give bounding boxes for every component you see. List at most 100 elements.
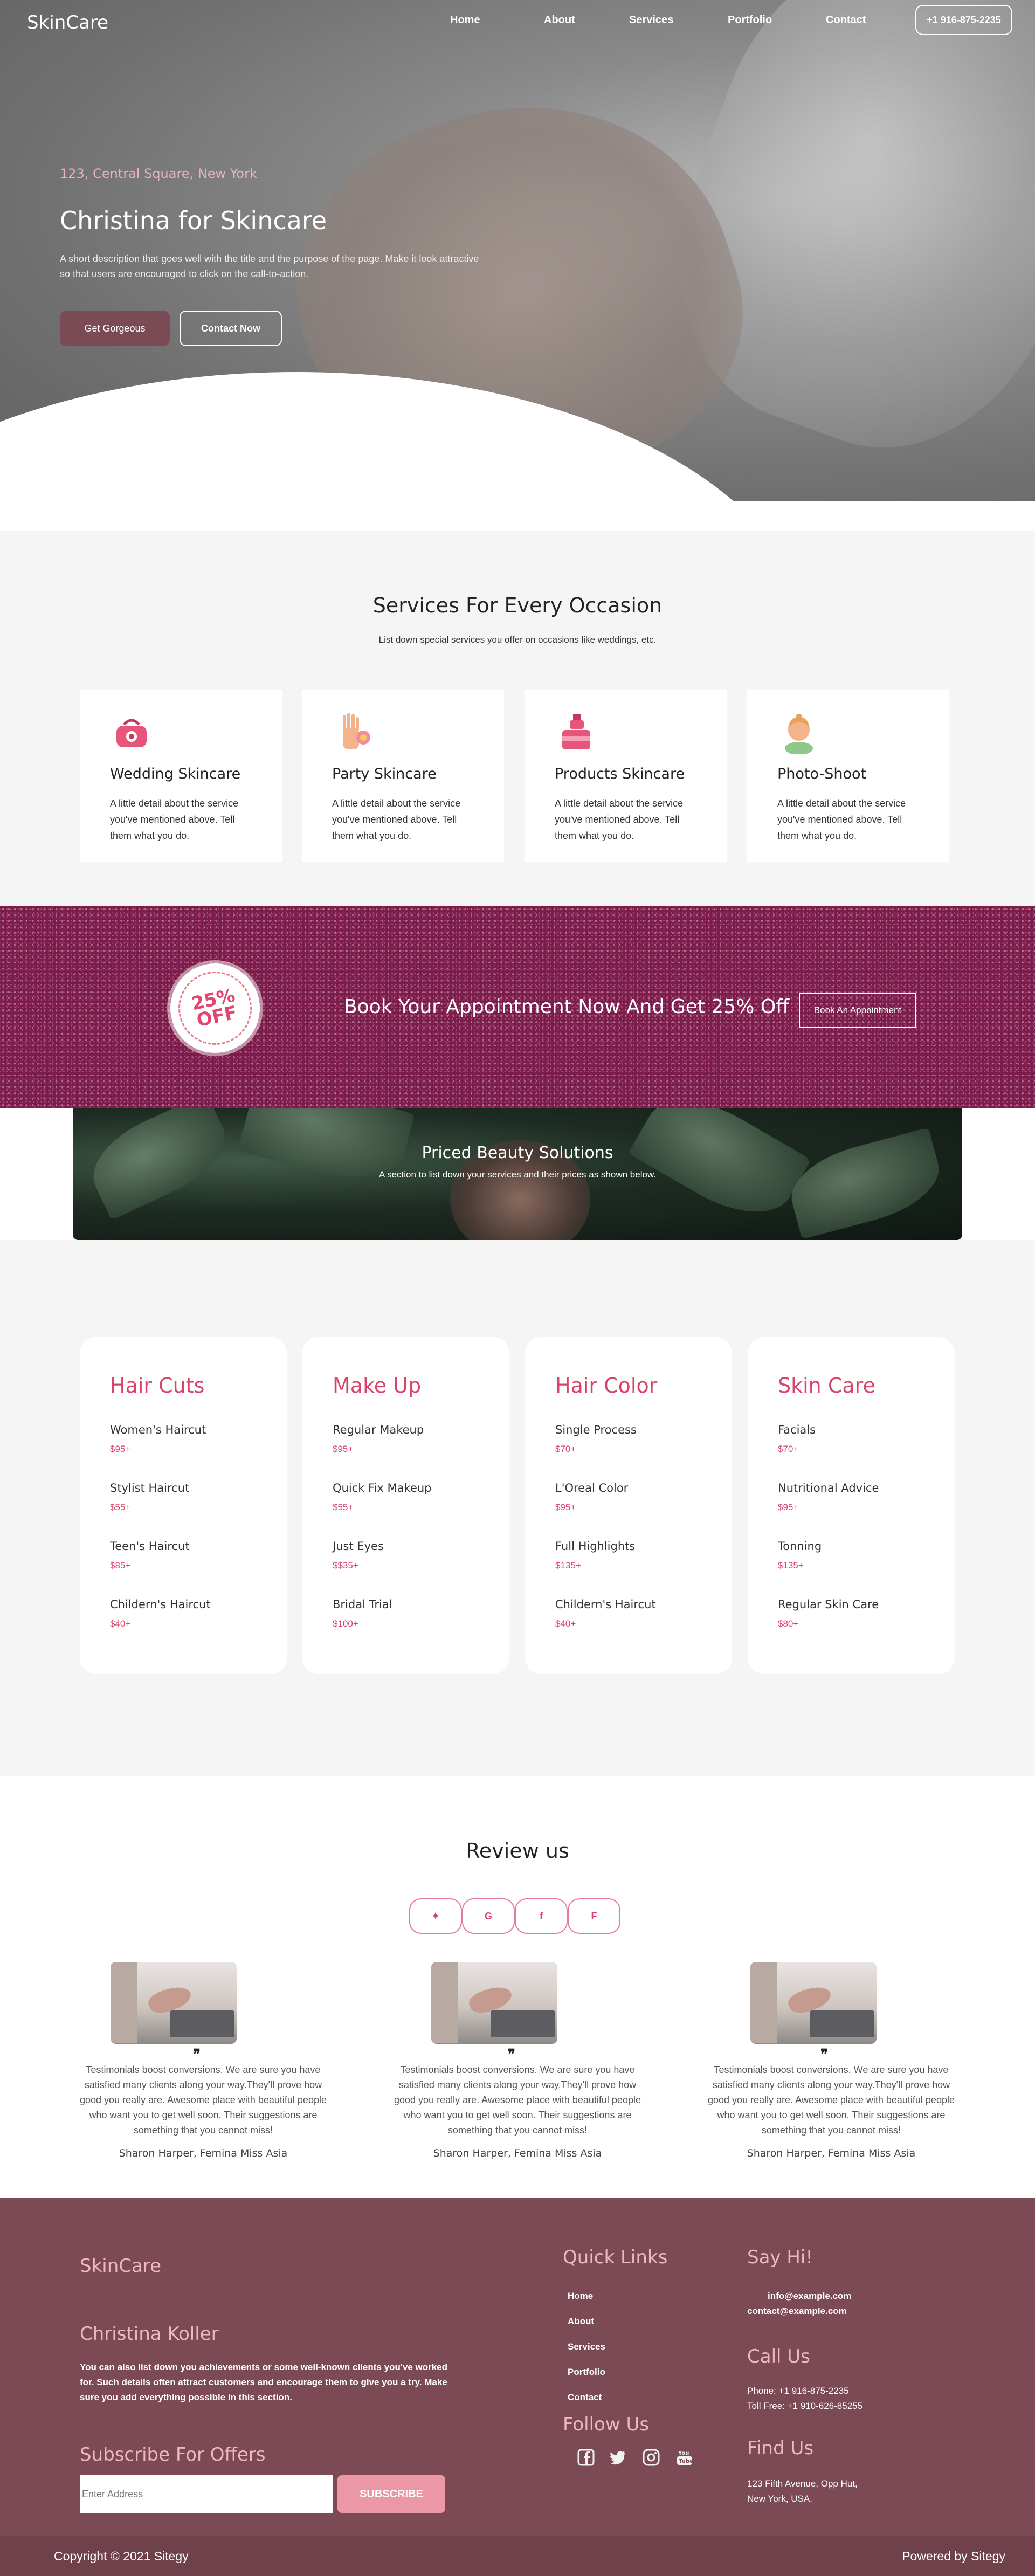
price-item: Just Eyes $$35+	[333, 1540, 384, 1571]
footer-link-contact[interactable]: Contact	[568, 2392, 602, 2403]
service-card: Party Skincare A little detail about the…	[302, 690, 504, 862]
hero-address: 123, Central Square, New York	[60, 166, 257, 181]
service-card: Photo-Shoot A little detail about the se…	[747, 690, 949, 862]
service-title: Wedding Skincare	[110, 766, 241, 782]
review-photo	[111, 1962, 237, 2044]
find-us-title: Find Us	[747, 2437, 814, 2459]
price-item: Childern's Haircut $40+	[555, 1598, 656, 1629]
hero-section: SkinCare Home About Services Portfolio C…	[0, 0, 1035, 501]
review-photo	[750, 1962, 877, 2044]
promo-banner: 25% OFF Book Your Appointment Now And Get…	[0, 906, 1035, 1108]
footer-link-home[interactable]: Home	[568, 2291, 593, 2302]
price-item: Bridal Trial $100+	[333, 1598, 392, 1629]
footer-phone: Phone: +1 916-875-2235	[747, 2386, 849, 2396]
footer-email-info[interactable]: info@example.com	[768, 2291, 851, 2302]
footer-owner-name: Christina Koller	[80, 2323, 219, 2345]
nav-services[interactable]: Services	[629, 14, 673, 26]
service-title: Photo-Shoot	[777, 766, 867, 782]
service-title: Party Skincare	[332, 766, 437, 782]
subscribe-button[interactable]: SUBSCRIBE	[337, 2475, 445, 2513]
service-text: A little detail about the service you've…	[777, 798, 906, 841]
hero-description: A short description that goes well with …	[60, 253, 479, 279]
bottom-bar: Copyright © 2021 Sitegy Powered by Siteg…	[0, 2536, 1035, 2576]
footer-link-about[interactable]: About	[568, 2316, 594, 2327]
quote-icon: ❞	[508, 2046, 515, 2062]
service-text: A little detail about the service you've…	[110, 798, 239, 841]
price-item: Women's Haircut $95+	[110, 1423, 206, 1454]
price-card-title: Skin Care	[778, 1374, 875, 1397]
book-appointment-button[interactable]: Book An Appointment	[799, 993, 916, 1028]
foursquare-icon[interactable]: F	[568, 1898, 620, 1934]
svg-text:Tube: Tube	[679, 2458, 693, 2464]
services-title: Services For Every Occasion	[372, 594, 663, 617]
google-icon[interactable]: G	[462, 1898, 515, 1934]
hand-polish-icon	[343, 713, 370, 749]
footer-email-contact[interactable]: contact@example.com	[747, 2306, 847, 2317]
quote-icon: ❞	[820, 2046, 828, 2062]
price-item: Regular Skin Care $80+	[778, 1598, 879, 1629]
quote-icon: ❞	[193, 2046, 201, 2062]
footer-address-line1: 123 Fifth Avenue, Opp Hut,	[747, 2478, 858, 2489]
hero-title: Christina for Skincare	[60, 206, 327, 235]
price-card: Skin Care Facials $70+ Nutritional Advice…	[748, 1337, 955, 1674]
price-item: Stylist Haircut $55+	[110, 1482, 190, 1512]
footer-brand[interactable]: SkinCare	[80, 2255, 161, 2277]
call-us-title: Call Us	[747, 2346, 810, 2367]
footer-link-portfolio[interactable]: Portfolio	[568, 2367, 605, 2378]
services-subtitle: List down special services you offer on …	[378, 635, 657, 645]
price-card: Make Up Regular Makeup $95+ Quick Fix Mak…	[302, 1337, 509, 1674]
service-text: A little detail about the service you've…	[555, 798, 684, 841]
review-section: Review us ✦ G f F ❞ Testimonials boost c…	[0, 1776, 1035, 2198]
discount-badge: 25% OFF	[170, 963, 260, 1053]
review-author: Sharon Harper, Femina Miss Asia	[119, 2147, 288, 2159]
price-card: Hair Color Single Process $70+ L'Oreal Co…	[525, 1337, 732, 1674]
nav-portfolio[interactable]: Portfolio	[728, 14, 772, 26]
price-card-title: Make Up	[333, 1374, 422, 1397]
price-item: Tonning $135+	[778, 1540, 822, 1571]
svg-text:You: You	[678, 2450, 689, 2456]
get-gorgeous-button[interactable]: Get Gorgeous	[60, 311, 170, 346]
woman-face-icon	[785, 714, 813, 754]
nav-phone-button[interactable]: +1 916-875-2235	[915, 5, 1012, 35]
subscribe-email-input[interactable]	[80, 2475, 333, 2513]
youtube-icon[interactable]: You Tube	[675, 2448, 694, 2467]
makeup-bag-icon	[116, 719, 147, 747]
priced-banner: Priced Beauty Solutions A section to lis…	[73, 1108, 962, 1240]
footer-owner-text: You can also list down you achievements …	[80, 2362, 448, 2402]
service-text: A little detail about the service you've…	[332, 798, 461, 841]
brand-logo[interactable]: SkinCare	[27, 12, 108, 33]
product-bottles-icon	[562, 714, 590, 749]
contact-now-button[interactable]: Contact Now	[180, 311, 282, 346]
price-item: Full Highlights $135+	[555, 1540, 636, 1571]
price-card-title: Hair Color	[555, 1374, 658, 1397]
review-text: Testimonials boost conversions. We are s…	[708, 2064, 955, 2136]
pricing-section: Hair Cuts Women's Haircut $95+ Stylist Ha…	[0, 1240, 1035, 1776]
service-card: Products Skincare A little detail about …	[525, 690, 727, 862]
review-photo	[431, 1962, 557, 2044]
nav-home[interactable]: Home	[450, 14, 480, 26]
price-item: L'Oreal Color $95+	[555, 1482, 629, 1512]
quick-links-title: Quick Links	[563, 2247, 668, 2268]
powered-by-text: Powered by Sitegy	[902, 2549, 1005, 2563]
review-author: Sharon Harper, Femina Miss Asia	[747, 2147, 916, 2159]
subscribe-title: Subscribe For Offers	[80, 2444, 266, 2465]
price-card-title: Hair Cuts	[110, 1374, 205, 1397]
footer-link-services[interactable]: Services	[568, 2341, 605, 2352]
price-item: Nutritional Advice $95+	[778, 1482, 879, 1512]
service-title: Products Skincare	[555, 766, 685, 782]
service-card: Wedding Skincare A little detail about t…	[80, 690, 282, 862]
leaf-decoration	[79, 1108, 239, 1221]
price-item: Childern's Haircut $40+	[110, 1598, 211, 1629]
price-item: Regular Makeup $95+	[333, 1423, 424, 1454]
price-item: Single Process $70+	[555, 1423, 637, 1454]
price-card: Hair Cuts Women's Haircut $95+ Stylist Ha…	[80, 1337, 287, 1674]
instagram-icon[interactable]	[642, 2448, 660, 2467]
nav-about[interactable]: About	[544, 14, 575, 26]
review-title: Review us	[466, 1839, 569, 1863]
yelp-icon[interactable]: ✦	[409, 1898, 462, 1934]
facebook-square-icon[interactable]	[577, 2448, 595, 2467]
facebook-icon[interactable]: f	[515, 1898, 568, 1934]
priced-subtitle: A section to list down your services and…	[378, 1169, 657, 1180]
nav-contact[interactable]: Contact	[826, 14, 866, 26]
twitter-icon[interactable]	[609, 2448, 627, 2467]
